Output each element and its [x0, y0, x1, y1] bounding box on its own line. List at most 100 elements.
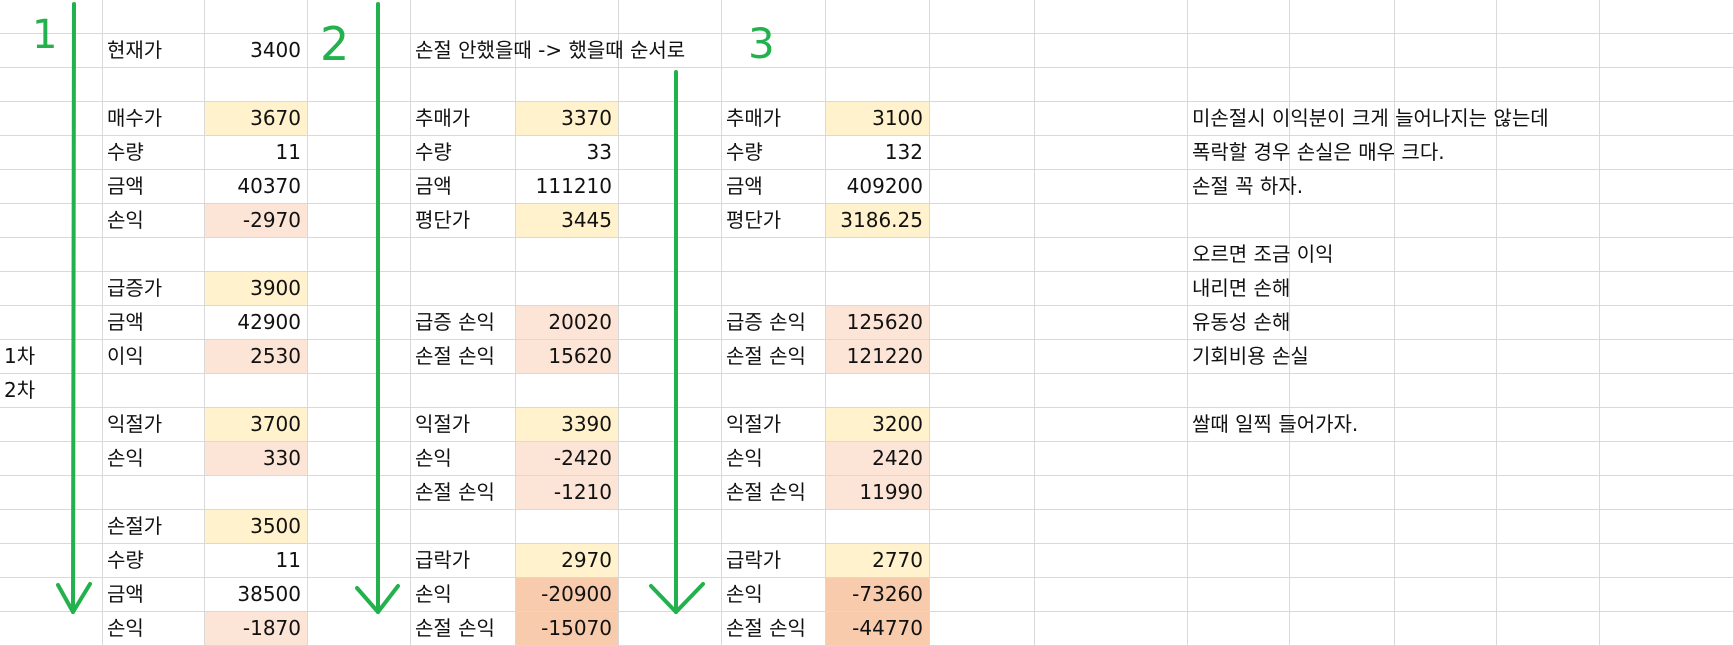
empty-cell[interactable] — [619, 612, 722, 646]
empty-cell[interactable] — [1497, 340, 1600, 374]
empty-cell[interactable] — [1188, 374, 1290, 408]
block1-label[interactable]: 수량 — [103, 544, 205, 578]
empty-cell[interactable] — [516, 0, 619, 34]
empty-cell[interactable] — [1035, 136, 1188, 170]
note-text[interactable]: 내리면 손해 — [1188, 272, 1290, 306]
row-label-1cha[interactable]: 1차 — [0, 340, 103, 374]
empty-cell[interactable] — [930, 238, 1035, 272]
block3-label[interactable]: 익절가 — [722, 408, 826, 442]
empty-cell[interactable] — [1600, 102, 1734, 136]
empty-cell[interactable] — [1290, 170, 1395, 204]
empty-cell[interactable] — [1497, 442, 1600, 476]
empty-cell[interactable] — [1600, 510, 1734, 544]
empty-cell[interactable] — [308, 170, 411, 204]
empty-cell[interactable] — [308, 136, 411, 170]
empty-cell[interactable] — [1395, 272, 1497, 306]
empty-cell[interactable] — [1395, 238, 1497, 272]
empty-cell[interactable] — [1290, 34, 1395, 68]
empty-cell[interactable] — [619, 578, 722, 612]
block3-value[interactable]: 11990 — [826, 476, 930, 510]
empty-cell[interactable] — [1497, 170, 1600, 204]
empty-cell[interactable] — [1395, 578, 1497, 612]
block2-value[interactable]: 3370 — [516, 102, 619, 136]
note-text[interactable]: 쌀때 일찍 들어가자. — [1188, 408, 1358, 442]
empty-cell[interactable] — [0, 136, 103, 170]
empty-cell[interactable] — [1290, 204, 1395, 238]
empty-cell[interactable] — [1290, 306, 1395, 340]
empty-cell[interactable] — [1290, 272, 1395, 306]
empty-cell[interactable] — [1188, 544, 1290, 578]
empty-cell[interactable] — [0, 544, 103, 578]
empty-cell[interactable] — [1290, 578, 1395, 612]
block2-value[interactable]: -1210 — [516, 476, 619, 510]
empty-cell[interactable] — [103, 476, 205, 510]
block1-value[interactable]: 11 — [205, 544, 308, 578]
empty-cell[interactable] — [308, 0, 411, 34]
block3-value[interactable]: 132 — [826, 136, 930, 170]
empty-cell[interactable] — [308, 102, 411, 136]
empty-cell[interactable] — [930, 272, 1035, 306]
block2-value[interactable]: -15070 — [516, 612, 619, 646]
block2-value[interactable]: -2420 — [516, 442, 619, 476]
empty-cell[interactable] — [0, 0, 103, 34]
empty-cell[interactable] — [516, 68, 619, 102]
note-text[interactable]: 미손절시 이익분이 크게 늘어나지는 않는데 — [1188, 102, 1549, 136]
empty-cell[interactable] — [411, 68, 516, 102]
empty-cell[interactable] — [722, 374, 826, 408]
empty-cell[interactable] — [411, 510, 516, 544]
empty-cell[interactable] — [619, 238, 722, 272]
empty-cell[interactable] — [1600, 442, 1734, 476]
empty-cell[interactable] — [1188, 0, 1290, 34]
block1-value[interactable]: 11 — [205, 136, 308, 170]
block3-value[interactable]: 2770 — [826, 544, 930, 578]
block2-value[interactable]: 3445 — [516, 204, 619, 238]
empty-cell[interactable] — [308, 578, 411, 612]
empty-cell[interactable] — [1035, 34, 1188, 68]
empty-cell[interactable] — [1395, 34, 1497, 68]
empty-cell[interactable] — [1497, 408, 1600, 442]
empty-cell[interactable] — [1600, 34, 1734, 68]
block1-value[interactable]: 2530 — [205, 340, 308, 374]
empty-cell[interactable] — [1395, 68, 1497, 102]
empty-cell[interactable] — [308, 238, 411, 272]
empty-cell[interactable] — [411, 0, 516, 34]
empty-cell[interactable] — [1600, 476, 1734, 510]
note-text[interactable]: 유동성 손해 — [1188, 306, 1290, 340]
empty-cell[interactable] — [1600, 374, 1734, 408]
block1-label[interactable]: 금액 — [103, 170, 205, 204]
empty-cell[interactable] — [1497, 204, 1600, 238]
empty-cell[interactable] — [930, 408, 1035, 442]
block1-label[interactable]: 손익 — [103, 442, 205, 476]
empty-cell[interactable] — [619, 544, 722, 578]
empty-cell[interactable] — [619, 102, 722, 136]
block2-label[interactable]: 급증 손익 — [411, 306, 516, 340]
block2-value[interactable]: 33 — [516, 136, 619, 170]
block2-label[interactable]: 손익 — [411, 442, 516, 476]
empty-cell[interactable] — [516, 238, 619, 272]
empty-cell[interactable] — [1497, 68, 1600, 102]
empty-cell[interactable] — [1497, 272, 1600, 306]
empty-cell[interactable] — [411, 374, 516, 408]
empty-cell[interactable] — [1497, 306, 1600, 340]
block3-value[interactable]: 3186.25 — [826, 204, 930, 238]
empty-cell[interactable] — [930, 102, 1035, 136]
empty-cell[interactable] — [619, 408, 722, 442]
empty-cell[interactable] — [619, 374, 722, 408]
note-text[interactable]: 폭락할 경우 손실은 매우 크다. — [1188, 136, 1445, 170]
empty-cell[interactable] — [1497, 238, 1600, 272]
empty-cell[interactable] — [1035, 476, 1188, 510]
block1-label[interactable]: 이익 — [103, 340, 205, 374]
empty-cell[interactable] — [1035, 170, 1188, 204]
block1-label[interactable]: 급증가 — [103, 272, 205, 306]
empty-cell[interactable] — [1497, 612, 1600, 646]
empty-cell[interactable] — [1497, 510, 1600, 544]
empty-cell[interactable] — [1497, 544, 1600, 578]
block2-label[interactable]: 평단가 — [411, 204, 516, 238]
empty-cell[interactable] — [1395, 442, 1497, 476]
empty-cell[interactable] — [308, 204, 411, 238]
empty-cell[interactable] — [308, 612, 411, 646]
empty-cell[interactable] — [619, 340, 722, 374]
empty-cell[interactable] — [1188, 476, 1290, 510]
block1-label[interactable]: 손절가 — [103, 510, 205, 544]
block2-label[interactable]: 손절 손익 — [411, 340, 516, 374]
